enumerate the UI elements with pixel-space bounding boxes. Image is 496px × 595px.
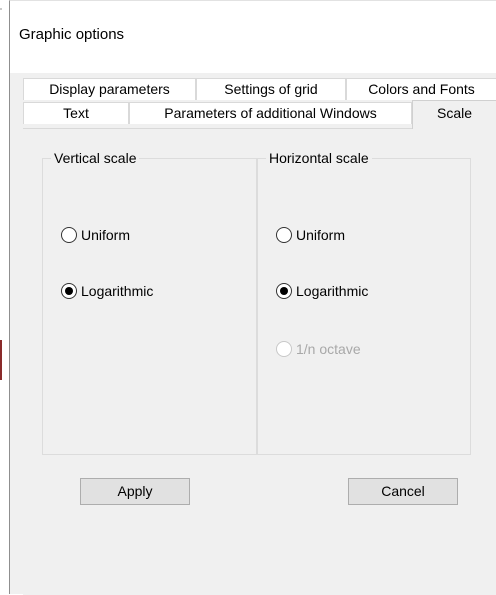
radio-label: Uniform — [81, 227, 131, 243]
vertical-uniform-radio[interactable]: Uniform — [61, 225, 130, 245]
background-edge-mark — [0, 8, 2, 10]
radio-label: Logarithmic — [81, 283, 154, 299]
title-bar[interactable]: Graphic options — [10, 1, 496, 73]
radio-label: Logarithmic — [296, 283, 369, 299]
radio-button-icon[interactable] — [276, 227, 292, 243]
apply-button[interactable]: Apply — [80, 478, 190, 505]
tab-parameters-of-additional-windows[interactable]: Parameters of additional Windows — [129, 102, 412, 124]
cancel-button[interactable]: Cancel — [348, 478, 458, 505]
dialog-title: Graphic options — [19, 26, 125, 43]
radio-label: Uniform — [296, 227, 346, 243]
tab-display-parameters[interactable]: Display parameters — [23, 78, 196, 100]
radio-button-icon[interactable] — [61, 227, 77, 243]
radio-label: 1/n octave — [296, 341, 361, 357]
vertical-scale-legend: Vertical scale — [54, 150, 137, 166]
tab-text[interactable]: Text — [23, 102, 129, 124]
horizontal-octave-radio: 1/n octave — [276, 339, 361, 359]
graphic-options-dialog: Graphic options Display parameters Setti… — [9, 0, 496, 595]
background-edge-mark — [0, 340, 2, 380]
vertical-logarithmic-radio[interactable]: Logarithmic — [61, 281, 153, 301]
horizontal-logarithmic-radio[interactable]: Logarithmic — [276, 281, 368, 301]
horizontal-scale-group: Horizontal scale — [257, 150, 471, 455]
horizontal-scale-legend: Horizontal scale — [269, 150, 369, 166]
scale-tab-panel: Vertical scale Uniform Logarithmic Horiz… — [23, 128, 496, 595]
vertical-scale-group: Vertical scale — [42, 150, 257, 455]
radio-button-checked-icon[interactable] — [61, 283, 77, 299]
horizontal-uniform-radio[interactable]: Uniform — [276, 225, 345, 245]
radio-button-checked-icon[interactable] — [276, 283, 292, 299]
tab-scale[interactable]: Scale — [412, 100, 496, 129]
radio-button-disabled-icon — [276, 341, 292, 357]
tab-colors-and-fonts[interactable]: Colors and Fonts — [346, 78, 496, 100]
tab-settings-of-grid[interactable]: Settings of grid — [196, 78, 346, 100]
background-window-edge — [0, 0, 9, 594]
